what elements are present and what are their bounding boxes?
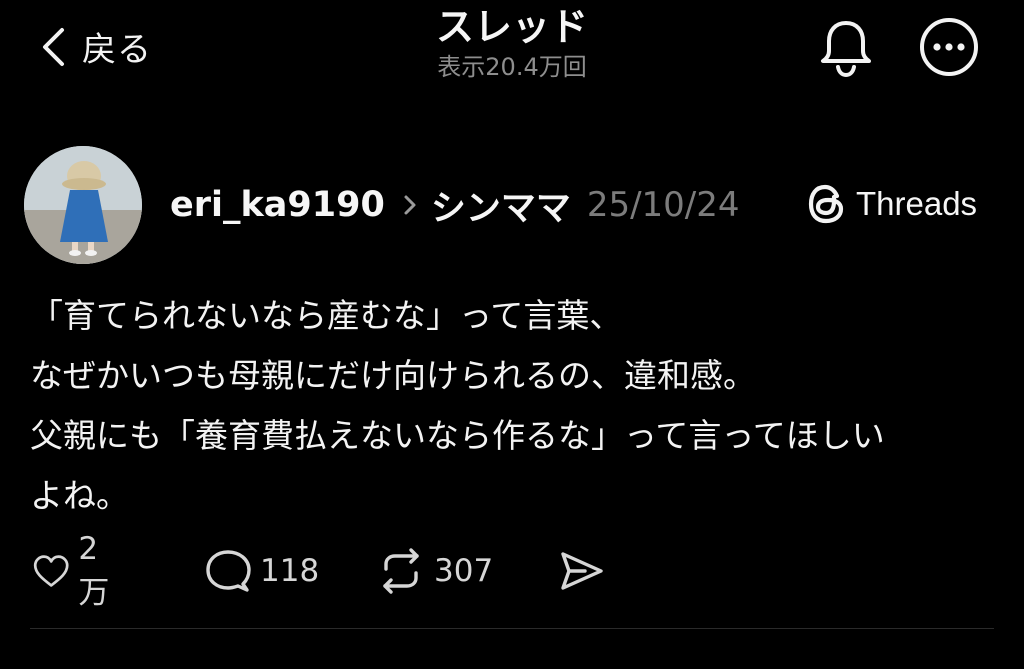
threads-badge[interactable]: Threads xyxy=(806,182,977,226)
back-button[interactable]: 戻る xyxy=(40,22,152,71)
username[interactable]: eri_ka9190 xyxy=(170,185,385,225)
bell-icon xyxy=(821,21,871,78)
repost-count: 307 xyxy=(434,553,494,589)
reply-button[interactable]: 118 xyxy=(204,544,319,598)
post-body: 「育てられないなら産むな」って言葉、 なぜかいつも母親にだけ向けられるの、違和感… xyxy=(30,286,1000,526)
threads-logo-icon xyxy=(808,184,844,224)
community-name[interactable]: シンママ xyxy=(431,180,571,231)
post-date: 25/10/24 xyxy=(586,185,740,225)
repost-icon xyxy=(383,548,419,594)
back-label: 戻る xyxy=(82,30,152,70)
more-options-icon xyxy=(920,18,978,76)
post-line: なぜかいつも母親にだけ向けられるの、違和感。 xyxy=(30,356,756,395)
avatar-photo xyxy=(24,146,142,264)
top-bar: 戻る スレッド 表示20.4万回 xyxy=(0,0,1024,100)
post-line: よね。 xyxy=(30,476,129,515)
send-icon xyxy=(561,552,603,590)
more-options-button[interactable] xyxy=(918,16,980,82)
post-line: 「育てられないなら産むな」って言葉、 xyxy=(30,296,623,335)
chevron-left-icon xyxy=(43,27,64,66)
like-button[interactable]: 2万 xyxy=(32,531,119,611)
reply-count: 118 xyxy=(260,553,320,589)
avatar[interactable] xyxy=(24,146,142,264)
chevron-right-icon xyxy=(404,195,416,215)
share-button[interactable] xyxy=(558,544,606,598)
notifications-button[interactable] xyxy=(818,18,874,82)
threads-label: Threads xyxy=(856,185,978,222)
post-line: 父親にも「養育費払えないなら作るな」って言ってほしい xyxy=(30,416,885,455)
post-meta: eri_ka9190 シンママ 25/10/24 xyxy=(170,180,740,230)
divider xyxy=(30,628,994,629)
page-title: スレッド xyxy=(435,5,588,49)
repost-button[interactable]: 307 xyxy=(376,544,493,598)
view-count: 表示20.4万回 xyxy=(437,53,587,81)
title-block: スレッド 表示20.4万回 xyxy=(312,4,712,82)
heart-icon xyxy=(33,555,69,587)
comment-icon xyxy=(206,550,251,592)
like-count: 2万 xyxy=(78,530,110,611)
